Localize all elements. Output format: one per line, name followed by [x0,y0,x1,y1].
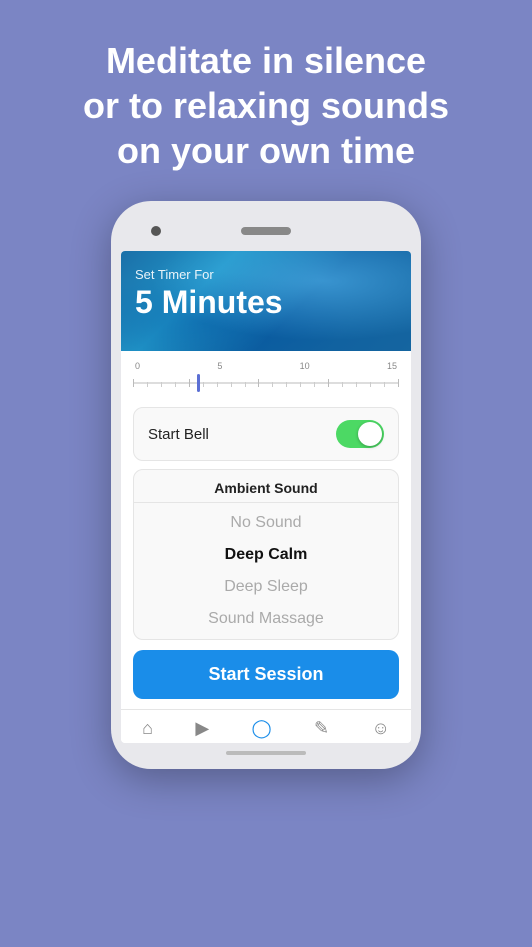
start-session-button[interactable]: Start Session [133,650,399,699]
bottom-navigation: ⌂ ▶ ◯ ✎ ☺ [121,709,411,743]
start-bell-toggle[interactable] [336,420,384,448]
headline-text: Meditate in silence or to relaxing sound… [53,0,479,193]
timer-header: Set Timer For 5 Minutes [121,251,411,351]
sound-options-list[interactable]: No Sound Deep Calm Deep Sleep Sound Mass… [134,503,398,639]
slider-area[interactable]: 0 5 10 15 [121,351,411,399]
sound-option-deep-calm[interactable]: Deep Calm [134,539,398,571]
mark-5: 5 [217,361,222,371]
nav-play[interactable]: ▶ [195,718,209,739]
slider-track-container[interactable] [133,373,399,393]
slider-marks: 0 5 10 15 [133,361,399,371]
nav-profile[interactable]: ☺ [371,718,389,739]
timer-label: Set Timer For [135,267,397,282]
sound-option-sound-massage[interactable]: Sound Massage [134,603,398,635]
phone-screen: Set Timer For 5 Minutes 0 5 10 15 [121,251,411,743]
phone-mockup: Set Timer For 5 Minutes 0 5 10 15 [111,201,421,769]
mark-0: 0 [135,361,140,371]
start-bell-label: Start Bell [148,426,209,443]
ambient-sound-picker[interactable]: Ambient Sound No Sound Deep Calm Deep Sl… [133,469,399,640]
speaker-icon [241,227,291,235]
camera-icon [151,226,161,236]
slider-thumb[interactable] [197,374,200,392]
sound-option-no-sound[interactable]: No Sound [134,507,398,539]
mark-15: 15 [387,361,397,371]
ambient-sound-title: Ambient Sound [134,470,398,503]
toggle-knob [358,422,382,446]
phone-top-bar [121,219,411,243]
home-indicator [226,751,306,755]
mark-10: 10 [300,361,310,371]
nav-timer[interactable]: ◯ [252,718,272,739]
sound-option-deep-sleep[interactable]: Deep Sleep [134,571,398,603]
phone-bottom-bar [121,751,411,755]
start-bell-row: Start Bell [133,407,399,461]
nav-edit[interactable]: ✎ [314,718,329,739]
timer-value: 5 Minutes [135,284,397,321]
nav-home[interactable]: ⌂ [142,718,153,739]
slider-track [133,382,399,384]
